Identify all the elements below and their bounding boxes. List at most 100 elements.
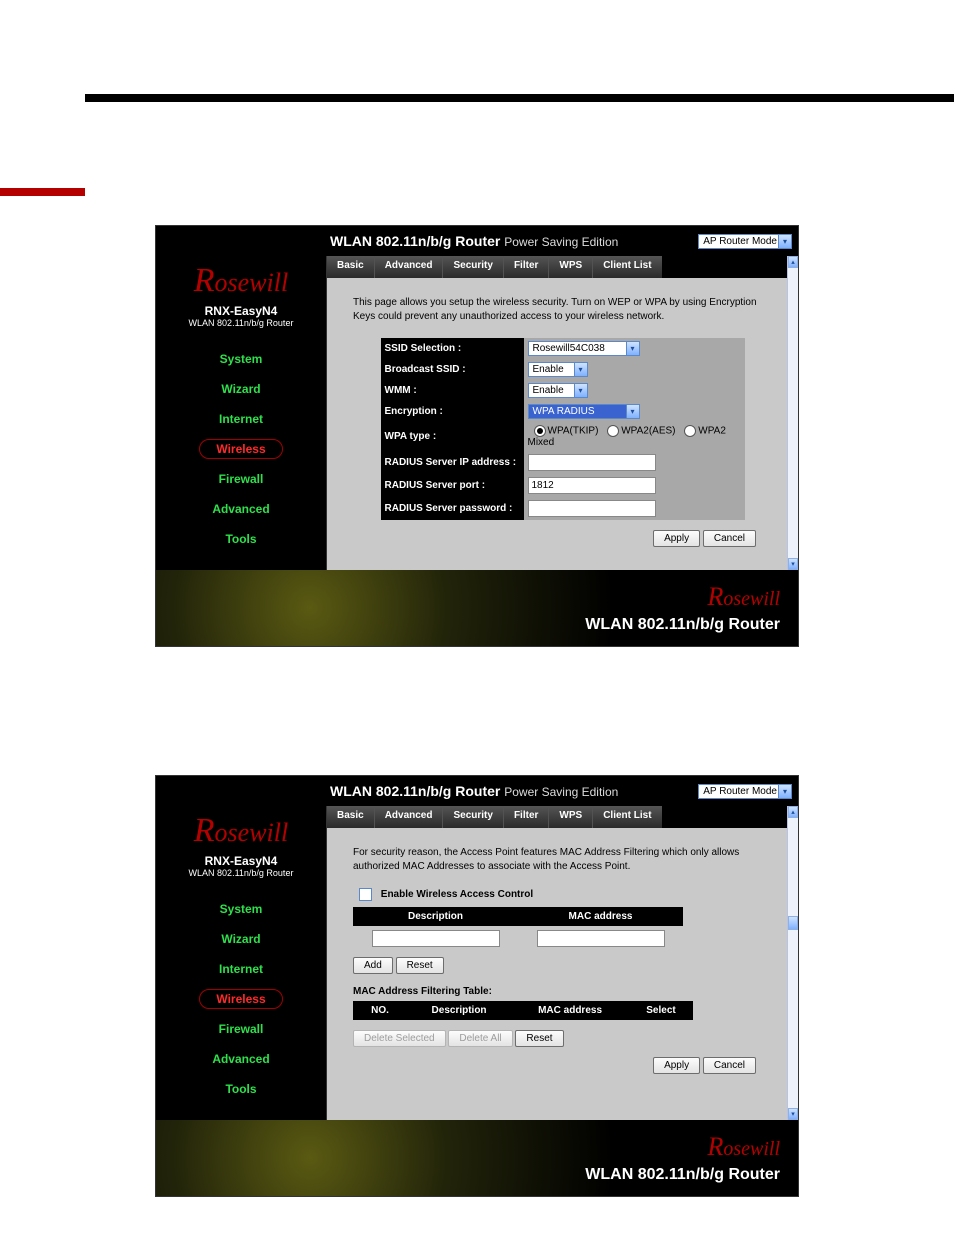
broadcast-ssid-label: Broadcast SSID : bbox=[381, 359, 524, 380]
sidebar-item-tools[interactable]: Tools bbox=[156, 1074, 326, 1104]
page-subtitle: Power Saving Edition bbox=[504, 785, 618, 799]
page-title: WLAN 802.11n/b/g Router bbox=[330, 233, 500, 249]
device-name: RNX-EasyN4 bbox=[156, 304, 326, 318]
encryption-select[interactable]: WPA RADIUS ▾ bbox=[528, 404, 640, 419]
chevron-down-icon: ▾ bbox=[626, 405, 639, 418]
col-description: Description bbox=[353, 907, 518, 926]
tab-filter[interactable]: Filter bbox=[504, 806, 549, 828]
mode-select-value: AP Router Mode bbox=[703, 786, 777, 797]
mac-address-input[interactable] bbox=[537, 930, 665, 947]
th-description: Description bbox=[407, 1001, 511, 1020]
scroll-up-icon[interactable]: ▴ bbox=[788, 256, 798, 268]
tab-filter[interactable]: Filter bbox=[504, 256, 549, 278]
tab-basic[interactable]: Basic bbox=[327, 806, 375, 828]
tab-basic[interactable]: Basic bbox=[327, 256, 375, 278]
device-subtitle: WLAN 802.11n/b/g Router bbox=[156, 318, 326, 328]
footer: Rosewill WLAN 802.11n/b/g Router bbox=[156, 1120, 798, 1196]
scroll-up-icon[interactable]: ▴ bbox=[788, 806, 798, 818]
sidebar-item-internet[interactable]: Internet bbox=[156, 954, 326, 984]
broadcast-ssid-value: Enable bbox=[533, 364, 564, 375]
description-input[interactable] bbox=[372, 930, 500, 947]
wmm-value: Enable bbox=[533, 385, 564, 396]
apply-button[interactable]: Apply bbox=[653, 530, 700, 547]
mac-filter-table-title: MAC Address Filtering Table: bbox=[353, 986, 772, 997]
sidebar-item-wizard[interactable]: Wizard bbox=[156, 374, 326, 404]
device-name: RNX-EasyN4 bbox=[156, 854, 326, 868]
sidebar-item-wireless[interactable]: Wireless bbox=[156, 984, 326, 1014]
radius-ip-label: RADIUS Server IP address : bbox=[381, 451, 524, 474]
tab-advanced[interactable]: Advanced bbox=[375, 256, 444, 278]
mode-select[interactable]: AP Router Mode ▾ bbox=[698, 784, 792, 799]
sidebar-item-firewall[interactable]: Firewall bbox=[156, 464, 326, 494]
apply-button[interactable]: Apply bbox=[653, 1057, 700, 1074]
sidebar-item-wireless[interactable]: Wireless bbox=[156, 434, 326, 464]
sidebar-item-advanced[interactable]: Advanced bbox=[156, 494, 326, 524]
chevron-down-icon: ▾ bbox=[626, 342, 639, 355]
tab-security[interactable]: Security bbox=[443, 256, 503, 278]
brand-logo: Rosewill bbox=[156, 806, 326, 850]
wpa-tkip-radio[interactable] bbox=[534, 425, 546, 437]
sidebar-item-advanced[interactable]: Advanced bbox=[156, 1044, 326, 1074]
wmm-select[interactable]: Enable ▾ bbox=[528, 383, 588, 398]
device-subtitle: WLAN 802.11n/b/g Router bbox=[156, 868, 326, 878]
main-panel: Basic Advanced Security Filter WPS Clien… bbox=[326, 806, 798, 1120]
mode-select[interactable]: AP Router Mode ▾ bbox=[698, 234, 792, 249]
radius-password-input[interactable] bbox=[528, 500, 656, 517]
wpa2-mixed-radio[interactable] bbox=[684, 425, 696, 437]
sidebar: Rosewill RNX-EasyN4 WLAN 802.11n/b/g Rou… bbox=[156, 806, 326, 1120]
radius-port-input[interactable] bbox=[528, 477, 656, 494]
radius-ip-input[interactable] bbox=[528, 454, 656, 471]
tab-client-list[interactable]: Client List bbox=[593, 256, 661, 278]
scroll-down-icon[interactable]: ▾ bbox=[788, 558, 798, 570]
reset-button[interactable]: Reset bbox=[396, 957, 444, 974]
tab-client-list[interactable]: Client List bbox=[593, 806, 661, 828]
sidebar-item-system[interactable]: System bbox=[156, 894, 326, 924]
broadcast-ssid-select[interactable]: Enable ▾ bbox=[528, 362, 588, 377]
th-no: NO. bbox=[353, 1001, 407, 1020]
sidebar-nav: System Wizard Internet Wireless Firewall… bbox=[156, 344, 326, 554]
brand-logo: Rosewill bbox=[156, 256, 326, 300]
chevron-down-icon: ▾ bbox=[574, 363, 587, 376]
delete-all-button[interactable]: Delete All bbox=[448, 1030, 512, 1047]
footer-text: WLAN 802.11n/b/g Router bbox=[585, 1166, 780, 1184]
encryption-value: WPA RADIUS bbox=[533, 406, 595, 417]
sidebar-item-system[interactable]: System bbox=[156, 344, 326, 374]
security-settings-table: SSID Selection : Rosewill54C038 ▾ Broadc… bbox=[381, 338, 745, 520]
radius-password-label: RADIUS Server password : bbox=[381, 497, 524, 520]
footer: Rosewill WLAN 802.11n/b/g Router bbox=[156, 570, 798, 646]
cancel-button[interactable]: Cancel bbox=[703, 530, 756, 547]
wpa-type-label: WPA type : bbox=[381, 422, 524, 451]
page-description: This page allows you setup the wireless … bbox=[353, 296, 772, 324]
tab-wps[interactable]: WPS bbox=[549, 806, 593, 828]
sidebar-item-wizard[interactable]: Wizard bbox=[156, 924, 326, 954]
tab-wps[interactable]: WPS bbox=[549, 256, 593, 278]
screenshot-filter: WLAN 802.11n/b/g Router Power Saving Edi… bbox=[156, 776, 798, 1196]
ssid-selection-label: SSID Selection : bbox=[381, 338, 524, 359]
tab-advanced[interactable]: Advanced bbox=[375, 806, 444, 828]
wpa-tkip-label: WPA(TKIP) bbox=[548, 426, 599, 437]
radius-port-label: RADIUS Server port : bbox=[381, 474, 524, 497]
scrollbar[interactable]: ▴ ▾ bbox=[787, 256, 798, 570]
th-mac: MAC address bbox=[511, 1001, 629, 1020]
sidebar-item-firewall[interactable]: Firewall bbox=[156, 1014, 326, 1044]
ssid-selection-value: Rosewill54C038 bbox=[533, 343, 605, 354]
enable-access-control-label: Enable Wireless Access Control bbox=[381, 889, 533, 900]
reset-table-button[interactable]: Reset bbox=[515, 1030, 563, 1047]
title-bar: WLAN 802.11n/b/g Router Power Saving Edi… bbox=[156, 226, 798, 256]
add-button[interactable]: Add bbox=[353, 957, 393, 974]
enable-access-control-checkbox[interactable] bbox=[359, 888, 372, 901]
encryption-label: Encryption : bbox=[381, 401, 524, 422]
main-panel: Basic Advanced Security Filter WPS Clien… bbox=[326, 256, 798, 570]
ssid-selection-select[interactable]: Rosewill54C038 ▾ bbox=[528, 341, 640, 356]
tab-security[interactable]: Security bbox=[443, 806, 503, 828]
wpa2-aes-radio[interactable] bbox=[607, 425, 619, 437]
delete-selected-button[interactable]: Delete Selected bbox=[353, 1030, 446, 1047]
sidebar-item-tools[interactable]: Tools bbox=[156, 524, 326, 554]
scrollbar[interactable]: ▴ ▾ bbox=[787, 806, 798, 1120]
col-mac: MAC address bbox=[518, 907, 683, 926]
wpa2-aes-label: WPA2(AES) bbox=[621, 426, 675, 437]
scroll-thumb[interactable] bbox=[788, 916, 798, 930]
scroll-down-icon[interactable]: ▾ bbox=[788, 1108, 798, 1120]
cancel-button[interactable]: Cancel bbox=[703, 1057, 756, 1074]
sidebar-item-internet[interactable]: Internet bbox=[156, 404, 326, 434]
